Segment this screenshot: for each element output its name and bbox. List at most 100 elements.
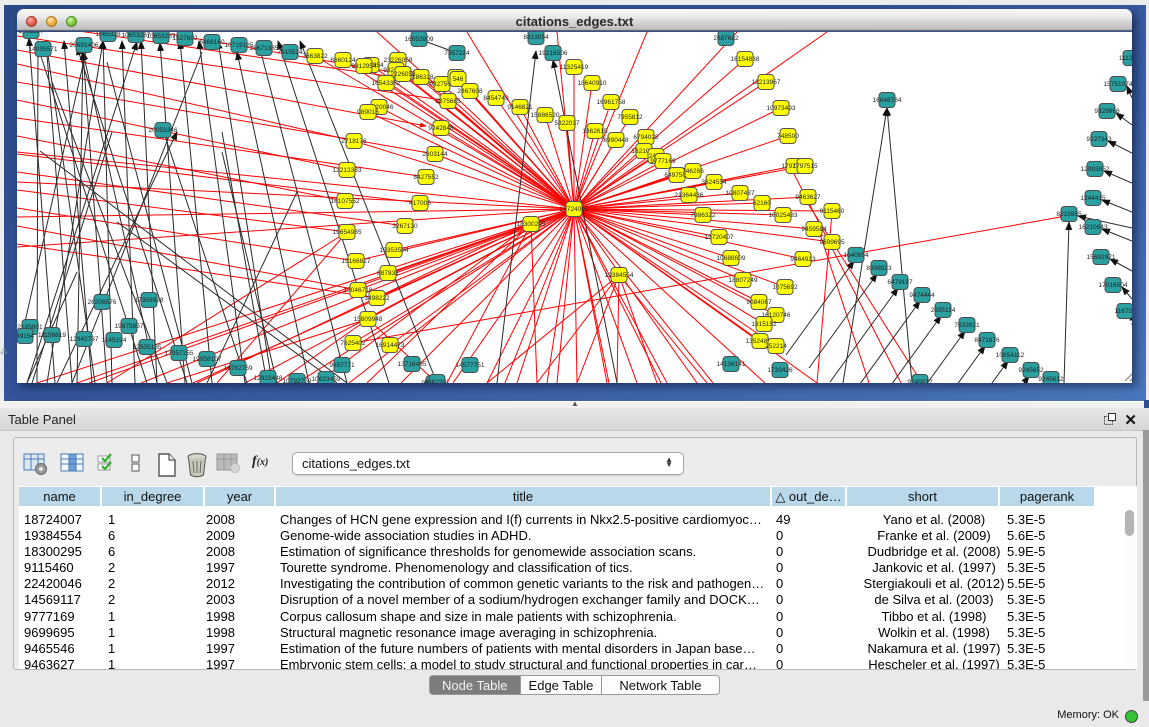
svg-text:15886520: 15886520	[531, 112, 560, 119]
svg-text:2718176: 2718176	[341, 138, 367, 145]
svg-text:748500: 748500	[777, 133, 799, 140]
svg-text:16154838: 16154838	[731, 56, 760, 63]
svg-text:16107552: 16107552	[331, 198, 360, 205]
svg-text:10688609: 10688609	[717, 255, 746, 262]
svg-text:8454749: 8454749	[483, 95, 509, 102]
svg-text:39154: 39154	[17, 333, 34, 340]
svg-text:746266: 746266	[682, 168, 704, 175]
svg-text:6479197: 6479197	[887, 279, 913, 286]
svg-text:1797515: 1797515	[792, 163, 818, 170]
svg-text:13353594: 13353594	[380, 247, 409, 254]
svg-text:16961758: 16961758	[597, 99, 626, 106]
svg-text:18807249: 18807249	[729, 277, 758, 284]
svg-text:7357224: 7357224	[444, 50, 470, 57]
svg-text:19654985: 19654985	[333, 229, 362, 236]
svg-text:12213383: 12213383	[333, 167, 362, 174]
svg-text:7663822: 7663822	[302, 53, 328, 60]
svg-text:18640910: 18640910	[578, 80, 607, 87]
svg-text:9115460: 9115460	[820, 208, 845, 215]
svg-text:9227343: 9227343	[1086, 136, 1112, 143]
svg-text:10973493: 10973493	[767, 105, 796, 112]
svg-text:20053346: 20053346	[149, 127, 178, 134]
svg-text:3624554: 3624554	[701, 179, 727, 186]
svg-text:16210643: 16210643	[1079, 224, 1108, 231]
svg-text:5322037: 5322037	[554, 120, 580, 127]
svg-text:19218506: 19218506	[539, 50, 568, 57]
svg-text:3875685: 3875685	[435, 98, 461, 105]
svg-text:14577751: 14577751	[456, 362, 485, 369]
svg-text:15809948: 15809948	[354, 316, 383, 323]
svg-text:546: 546	[453, 76, 464, 83]
svg-text:9242848: 9242848	[428, 125, 454, 132]
svg-text:1403557: 1403557	[18, 32, 44, 35]
svg-text:17016504: 17016504	[1099, 282, 1128, 289]
svg-text:7955812: 7955812	[617, 114, 643, 121]
svg-text:9084067: 9084067	[746, 299, 772, 306]
svg-text:11325419: 11325419	[560, 64, 589, 71]
svg-text:9474444: 9474444	[909, 292, 935, 299]
svg-text:3912954: 3912954	[351, 63, 377, 70]
svg-text:8813054: 8813054	[523, 34, 549, 41]
svg-text:12923448: 12923448	[254, 375, 283, 382]
svg-text:19958107: 19958107	[193, 356, 222, 363]
svg-text:2226058: 2226058	[390, 71, 416, 78]
svg-text:9146821: 9146821	[507, 104, 533, 111]
svg-text:19975857: 19975857	[115, 323, 144, 330]
svg-text:16914473: 16914473	[376, 342, 405, 349]
svg-text:9464923: 9464923	[790, 256, 816, 263]
svg-text:7625402: 7625402	[340, 340, 366, 347]
svg-text:18300295: 18300295	[517, 221, 546, 228]
svg-text:16648784: 16648784	[873, 97, 902, 104]
svg-text:20691406: 20691406	[70, 42, 99, 49]
svg-text:8471676: 8471676	[974, 337, 1000, 344]
svg-text:9777169: 9777169	[650, 158, 676, 165]
svg-text:19166827: 19166827	[342, 258, 371, 265]
svg-text:1145194: 1145194	[102, 337, 127, 344]
svg-text:16671385: 16671385	[250, 45, 279, 52]
svg-text:2803144: 2803144	[422, 151, 448, 158]
svg-text:2935114: 2935114	[931, 307, 956, 314]
svg-text:15720407: 15720407	[705, 234, 734, 241]
svg-text:3267130: 3267130	[392, 223, 418, 230]
svg-text:10046718: 10046718	[344, 287, 373, 294]
svg-text:11156819: 11156819	[38, 332, 66, 339]
svg-text:9463627: 9463627	[795, 194, 821, 201]
svg-text:12505135: 12505135	[133, 344, 162, 351]
svg-text:15751074: 15751074	[1104, 81, 1132, 88]
svg-text:13716485: 13716485	[398, 361, 427, 368]
svg-text:7986322: 7986322	[690, 212, 716, 219]
svg-text:12213967: 12213967	[752, 79, 781, 86]
svg-text:7515524: 7515524	[277, 49, 303, 56]
svg-text:21364436: 21364436	[675, 192, 704, 199]
svg-text:417006: 417006	[409, 200, 431, 207]
svg-text:1733426: 1733426	[767, 367, 793, 374]
svg-text:6794028: 6794028	[633, 134, 659, 141]
svg-text:7632621: 7632621	[954, 322, 980, 329]
svg-text:10623459: 10623459	[312, 376, 341, 383]
svg-text:1615152: 1615152	[751, 321, 777, 328]
svg-text:3498222: 3498222	[364, 295, 390, 302]
svg-text:2867608: 2867608	[457, 88, 483, 95]
svg-text:26206576: 26206576	[88, 299, 117, 306]
svg-text:10807487: 10807487	[726, 190, 755, 197]
svg-text:17957255: 17957255	[165, 350, 194, 357]
svg-text:10654112: 10654112	[996, 352, 1025, 359]
svg-text:989016: 989016	[357, 109, 379, 116]
svg-text:15692971: 15692971	[1087, 254, 1116, 261]
svg-text:17359928: 17359928	[135, 297, 164, 304]
svg-text:1640954: 1640954	[843, 252, 869, 259]
svg-text:18724007: 18724007	[560, 206, 589, 213]
svg-text:8427552: 8427552	[413, 174, 439, 181]
svg-text:9245612: 9245612	[1038, 376, 1064, 383]
svg-text:9245652: 9245652	[1018, 367, 1044, 374]
svg-text:14136141: 14136141	[717, 361, 746, 368]
svg-text:2687682: 2687682	[713, 35, 739, 42]
svg-text:6466160: 6466160	[199, 39, 225, 46]
svg-text:9699695: 9699695	[819, 239, 845, 246]
svg-text:19384554: 19384554	[605, 272, 634, 279]
svg-text:16053809: 16053809	[405, 36, 434, 43]
svg-text:1244415: 1244415	[1080, 195, 1106, 202]
svg-text:1075692: 1075692	[772, 284, 798, 291]
svg-text:1112648: 1112648	[1119, 55, 1132, 62]
svg-text:9459584: 9459584	[801, 226, 827, 233]
